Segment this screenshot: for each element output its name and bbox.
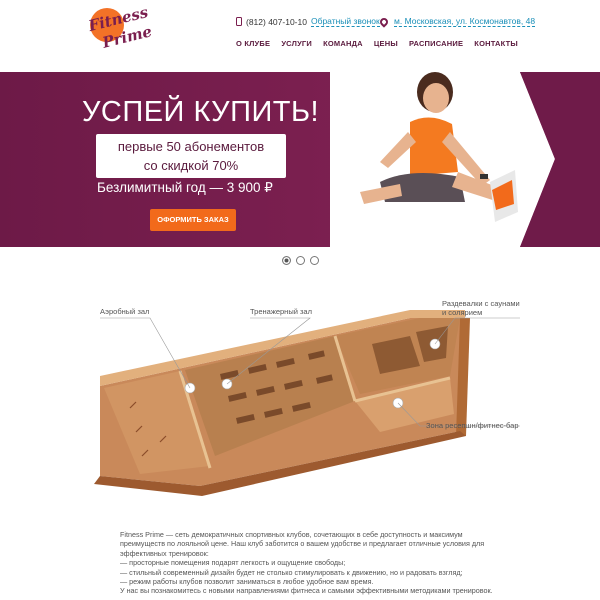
slider-dots [282, 256, 319, 265]
desc-line-4: — просторные помещения подарят легкость … [120, 558, 346, 568]
label-aerobic-hall: Аэробный зал [100, 307, 150, 316]
desc-line-3: эффективных тренировок: [120, 548, 209, 558]
nav-item-services[interactable]: УСЛУГИ [281, 39, 312, 48]
phone-number[interactable]: (812) 407-10-10 [246, 17, 307, 27]
nav-item-prices[interactable]: ЦЕНЫ [374, 39, 398, 48]
desc-line-7: У нас вы познакомитесь с новыми направле… [120, 586, 493, 596]
nav-item-about[interactable]: О КЛУБЕ [236, 39, 270, 48]
location-pin-icon [378, 15, 390, 28]
label-lockers-line1: Раздевалки с саунами [442, 299, 520, 308]
address-contact: м. Московская, ул. Космонавтов, 48 [378, 15, 536, 28]
club-description: Fitness Prime — сеть демократичных спорт… [120, 530, 500, 596]
nav-item-team[interactable]: КОМАНДА [323, 39, 363, 48]
address-link[interactable]: м. Московская, ул. Космонавтов, 48 [394, 16, 536, 27]
site-header: Fitness Prime (812) 407-10-10 Обратный з… [0, 0, 600, 72]
club-floorplan: Аэробный зал Тренажерный зал Раздевалки … [80, 296, 530, 496]
desc-line-6: — режим работы клубов позволит заниматьс… [120, 577, 374, 587]
promo-line-1: первые 50 абонементов [117, 139, 265, 154]
callback-link[interactable]: Обратный звонок [310, 16, 380, 27]
promo-banner: УСПЕЙ КУПИТЬ! первые 50 абонементов со с… [0, 72, 600, 247]
floorplan-drawing [94, 310, 520, 496]
main-nav: О КЛУБЕ УСЛУГИ КОМАНДА ЦЕНЫ РАСПИСАНИЕ К… [236, 39, 518, 48]
nav-item-contacts[interactable]: КОНТАКТЫ [474, 39, 518, 48]
athlete-illustration [360, 72, 518, 222]
phone-contact: (812) 407-10-10 Обратный звонок [236, 16, 380, 27]
desc-line-1: Fitness Prime — сеть демократичных спорт… [120, 530, 463, 539]
slider-dot-1[interactable] [282, 256, 291, 265]
label-gym-hall: Тренажерный зал [250, 307, 312, 316]
desc-line-5: — стильный современный дизайн будет не с… [120, 567, 463, 577]
banner-headline: УСПЕЙ КУПИТЬ! [82, 96, 320, 128]
fitness-prime-logo[interactable]: Fitness Prime [87, 3, 154, 52]
desc-line-2: преимуществ по лояльной цене. Наш клуб з… [120, 539, 485, 549]
label-reception: Зона ресепшн/фитнес-бар [426, 421, 519, 430]
slider-dot-3[interactable] [310, 256, 319, 265]
promo-line-2: со скидкой 70% [143, 158, 239, 173]
label-lockers-line2: и солярием [442, 308, 483, 317]
price-text: Безлимитный год — 3 900 ₽ [97, 180, 273, 195]
phone-icon [236, 17, 242, 26]
nav-item-schedule[interactable]: РАСПИСАНИЕ [409, 39, 463, 48]
promo-box: первые 50 абонементов со скидкой 70% [96, 134, 286, 178]
order-button[interactable]: ОФОРМИТЬ ЗАКАЗ [150, 209, 236, 231]
slider-dot-2[interactable] [296, 256, 305, 265]
